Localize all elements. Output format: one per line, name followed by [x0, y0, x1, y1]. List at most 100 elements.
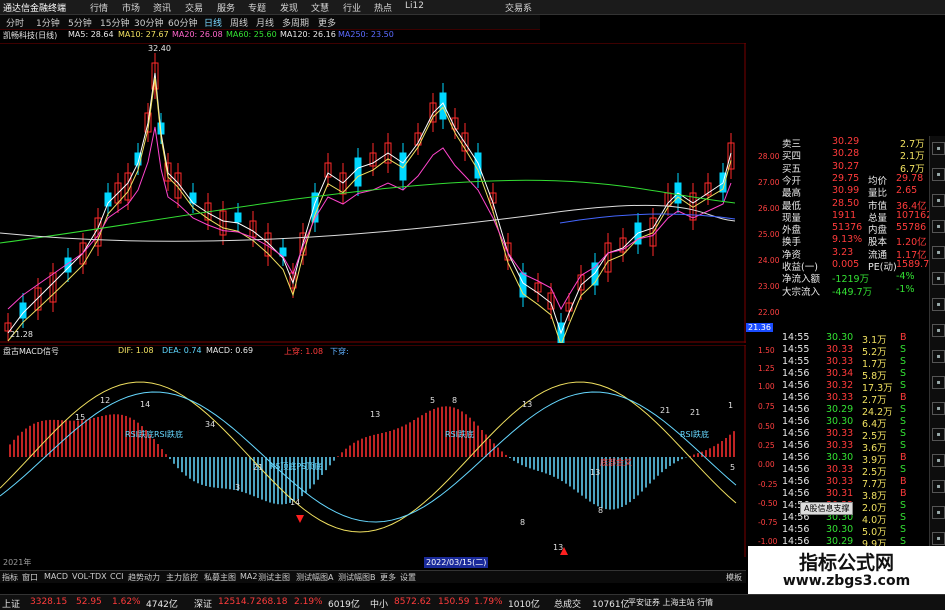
- btab-macd[interactable]: MACD: [44, 572, 68, 581]
- scale-tick: 26.00: [758, 204, 780, 213]
- tick-direction: B: [900, 452, 907, 463]
- down-icon[interactable]: ▪: [932, 532, 945, 545]
- zx-index-label[interactable]: 中小: [370, 597, 388, 610]
- macd-signal-label: KS顶底PS顶底: [270, 461, 322, 471]
- macd-number-label: 1: [728, 401, 733, 410]
- tick-popup[interactable]: A股信息支撑: [800, 502, 854, 515]
- flag-icon[interactable]: ▪: [932, 376, 945, 389]
- tick-price: 30.32: [826, 380, 854, 391]
- macd-number-label: 8: [452, 396, 457, 405]
- sz-index-label[interactable]: 深证: [194, 597, 212, 610]
- menu-item-quotes[interactable]: 行情: [90, 1, 108, 14]
- btab-vol-tdx[interactable]: VOL-TDX: [72, 572, 107, 581]
- note-icon[interactable]: ▪: [932, 350, 945, 363]
- btab-test-sub-a[interactable]: 测试幅图A: [296, 572, 333, 583]
- btab-test-sub-b[interactable]: 测试幅图B: [338, 572, 376, 583]
- tick-price: 30.30: [826, 416, 854, 427]
- tab-30min[interactable]: 30分钟: [134, 16, 163, 29]
- up-icon[interactable]: ▪: [932, 506, 945, 519]
- tab-15min[interactable]: 15分钟: [100, 16, 129, 29]
- tick-row: 14:56 30.30 3.9万 B: [780, 452, 928, 466]
- menu-item-industry[interactable]: 行业: [343, 1, 361, 14]
- tick-row: 14:56 30.29 24.2万 S: [780, 404, 928, 418]
- date-axis-start: 2021年: [3, 558, 32, 567]
- macd-number-label: 5: [730, 463, 735, 472]
- bell-icon[interactable]: ▪: [932, 428, 945, 441]
- status-bar: 上证 3328.15 52.95 1.62% 4742亿 深证 12514.7 …: [0, 594, 945, 610]
- data-icon[interactable]: ▪: [932, 454, 945, 467]
- btab-private-main[interactable]: 私募主图: [204, 572, 236, 583]
- tick-direction: B: [900, 332, 907, 343]
- menu-item-service[interactable]: 服务: [217, 1, 235, 14]
- scale-tick: 0.00: [758, 460, 775, 469]
- btab-main-monitor[interactable]: 主力监控: [166, 572, 198, 583]
- tick-direction: S: [900, 416, 907, 427]
- btab-settings[interactable]: 设置: [400, 572, 416, 583]
- macd-chart[interactable]: RSI跌底RSI跌底 RSI跌底 RSI跌底KS顶底PS顶底 底部金叉12 141534…: [0, 345, 746, 557]
- tab-monthly[interactable]: 月线: [256, 16, 274, 29]
- tick-time: 14:55: [782, 332, 810, 343]
- info-icon[interactable]: ▪: [932, 480, 945, 493]
- tick-direction: S: [900, 356, 907, 367]
- tab-weekly[interactable]: 周线: [230, 16, 248, 29]
- btab-more[interactable]: 更多: [380, 572, 396, 583]
- btab-trend-power[interactable]: 趋势动力: [128, 572, 160, 583]
- app-title: 通达信金融终端: [3, 4, 67, 14]
- btab-template[interactable]: 模板: [726, 572, 742, 583]
- menu-bar: 通达信金融终端 行情 市场 资讯 交易 服务 专题 发现 文慧 行业 热点 Li…: [0, 0, 945, 15]
- tab-multi-period[interactable]: 多周期: [282, 16, 309, 29]
- tab-minute[interactable]: 分时: [6, 16, 24, 29]
- tick-price: 30.33: [826, 392, 854, 403]
- broker-server[interactable]: 平安证券 上海主站 行情: [628, 597, 713, 608]
- settings-icon[interactable]: ▪: [932, 298, 945, 311]
- grid-icon[interactable]: ▪: [932, 168, 945, 181]
- sz-index-value: 12514.7: [218, 597, 256, 607]
- filter-icon[interactable]: ▪: [932, 402, 945, 415]
- menu-item-wenhui[interactable]: 文慧: [311, 1, 329, 14]
- quote-value: 30.29: [832, 136, 860, 147]
- macd-number-label: 21: [660, 406, 670, 415]
- btab-test-main[interactable]: 测试主图: [258, 572, 290, 583]
- tab-60min[interactable]: 60分钟: [168, 16, 197, 29]
- tab-1min[interactable]: 1分钟: [36, 16, 60, 29]
- quote-value-2: -1%: [896, 283, 915, 295]
- chart-icon[interactable]: ▪: [932, 220, 945, 233]
- tick-price: 30.33: [826, 344, 854, 355]
- tick-list[interactable]: 14:55 30.30 3.1万 B 14:55 30.33 5.2万 S 14:55 30.33…: [780, 332, 928, 562]
- macd-number-label: 8: [520, 518, 525, 527]
- menu-item-trade[interactable]: 交易: [185, 1, 203, 14]
- tab-daily[interactable]: 日线: [204, 16, 222, 29]
- menu-item-hotspot[interactable]: 热点: [374, 1, 392, 14]
- trade-system-link[interactable]: 交易系: [505, 1, 532, 14]
- tick-row: 14:56 30.32 17.3万 S: [780, 380, 928, 394]
- btab-cci[interactable]: CCI: [110, 572, 124, 581]
- ma120-value: MA120: 26.16: [280, 30, 336, 39]
- star-icon[interactable]: ▪: [932, 246, 945, 259]
- tick-direction: S: [900, 428, 907, 439]
- zoom-icon[interactable]: ▪: [932, 324, 945, 337]
- menu-item-discover[interactable]: 发现: [280, 1, 298, 14]
- menu-item-topics[interactable]: 专题: [248, 1, 266, 14]
- list-icon[interactable]: ▪: [932, 194, 945, 207]
- rsi-icon[interactable]: ▪: [932, 272, 945, 285]
- btab-ma2[interactable]: MA2: [240, 572, 257, 581]
- quote-row: 大宗流入 -449.7万 -1%: [780, 283, 928, 298]
- macd-number-label: 8: [598, 506, 603, 515]
- tab-more[interactable]: 更多: [318, 16, 336, 29]
- tab-5min[interactable]: 5分钟: [68, 16, 92, 29]
- menu-item-news[interactable]: 资讯: [153, 1, 171, 14]
- candlestick-chart[interactable]: [0, 43, 746, 343]
- close-icon[interactable]: ▪: [932, 142, 945, 155]
- btab-window[interactable]: 窗口: [22, 572, 38, 583]
- tick-time: 14:56: [782, 404, 810, 415]
- macd-number-label: 12: [100, 396, 110, 405]
- quote-value: 30.28: [832, 148, 860, 160]
- scale-tick: 27.00: [758, 178, 780, 187]
- macd-signal-label: RSI跌底: [445, 429, 474, 439]
- menu-item-li12[interactable]: Li12: [405, 1, 424, 11]
- tick-row: 14:56 30.34 5.8万 S: [780, 368, 928, 382]
- menu-item-market[interactable]: 市场: [122, 1, 140, 14]
- tick-time: 14:56: [782, 380, 810, 391]
- sh-index-label[interactable]: 上证: [2, 597, 20, 610]
- btab-indicator[interactable]: 指标: [2, 572, 18, 583]
